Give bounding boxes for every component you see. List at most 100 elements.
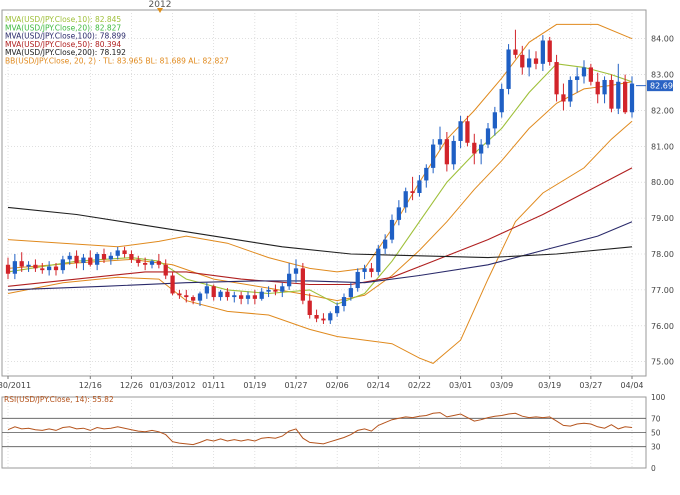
candle-up (417, 180, 422, 193)
candle-up (403, 191, 408, 208)
candle-down (465, 121, 470, 143)
candle-down (472, 142, 477, 154)
candle-up (527, 58, 532, 68)
candle-up (115, 250, 120, 256)
y-tick-label: 83.00 (651, 71, 674, 80)
candle-down (554, 62, 559, 95)
x-tick-label: 03/27 (579, 381, 602, 390)
candle-down (177, 293, 182, 296)
candle-down (40, 268, 45, 271)
x-tick-label: 01/03/2012 (150, 381, 196, 390)
candle-down (547, 40, 552, 63)
candle-down (156, 261, 161, 265)
candle-up (26, 264, 31, 267)
candle-down (88, 257, 93, 265)
candle-up (218, 291, 223, 298)
x-tick-label: 01/19 (243, 381, 266, 390)
candle-down (74, 255, 79, 263)
y-tick-label: 80.00 (651, 178, 674, 187)
candle-up (396, 207, 401, 220)
candle-up (458, 121, 463, 141)
candle-up (341, 297, 347, 307)
date-axis: 11/30/2011 12/16 12/26 01/03/2012 01/11 01/19… (0, 376, 644, 390)
y-tick-label: 76.00 (651, 322, 674, 331)
candle-down (623, 81, 628, 113)
candle-up (355, 271, 360, 289)
candle-down (239, 295, 244, 299)
candle-up (616, 81, 621, 109)
candle-down (5, 264, 11, 274)
candle-up (328, 313, 333, 321)
candle-down (163, 264, 168, 276)
candle-up (575, 76, 580, 80)
candle-down (252, 295, 257, 299)
candle-down (444, 139, 449, 165)
candle-up (95, 254, 100, 265)
candle-down (136, 259, 141, 263)
rsi-label: RSI(USD/JPY.Close, 14): 55.82 (4, 395, 114, 404)
last-price-label: 82.692 (650, 82, 678, 91)
candle-up (581, 67, 587, 77)
candle-up (629, 83, 635, 113)
candle-up (383, 239, 388, 249)
candle-up (67, 255, 72, 260)
candle-up (389, 219, 395, 240)
candle-down (184, 295, 189, 298)
candle-up (197, 293, 203, 301)
candle-down (533, 58, 539, 64)
candle-down (588, 67, 593, 82)
top-marker-label: 2012 (149, 0, 172, 10)
x-tick-label: 03/19 (538, 381, 561, 390)
candle-up (108, 255, 113, 260)
y-tick-label: 75.00 (651, 358, 674, 367)
candle-down (33, 264, 38, 269)
candle-down (513, 49, 518, 55)
candle-up (437, 139, 443, 145)
candle-down (101, 254, 107, 260)
x-tick-label: 12/16 (79, 381, 102, 390)
candle-up (492, 112, 497, 129)
rsi-tick-label: 50 (651, 429, 661, 438)
candle-up (431, 144, 436, 168)
candle-down (307, 300, 312, 315)
candle-down (170, 275, 175, 294)
candle-down (143, 262, 148, 265)
x-tick-label: 02/14 (367, 381, 390, 390)
x-tick-label: 02/22 (408, 381, 431, 390)
rsi-tick-label: 100 (651, 393, 666, 402)
rsi-tick-label: 70 (651, 414, 661, 423)
candle-up (602, 79, 607, 95)
candle-down (191, 297, 196, 301)
rsi-tick-label: 30 (651, 443, 661, 452)
candle-down (410, 191, 415, 193)
candle-up (568, 79, 573, 102)
candle-up (293, 268, 299, 274)
candle-down (53, 266, 59, 271)
candle-up (204, 286, 209, 294)
candle-up (60, 259, 65, 271)
y-tick-label: 81.00 (651, 142, 674, 151)
candle-up (335, 306, 340, 314)
candle-down (273, 289, 278, 292)
candle-down (321, 318, 326, 321)
candle-up (259, 291, 264, 299)
y-tick-label: 78.00 (651, 250, 674, 259)
legend-entry: BB(USD/JPY.Close, 20, 2) · TL: 83.965 BL… (5, 57, 229, 66)
x-tick-label: 01/11 (202, 381, 225, 390)
candle-up (287, 273, 292, 287)
rsi-tick-label: 0 (651, 464, 656, 473)
candle-down (369, 268, 374, 272)
candle-down (520, 54, 525, 68)
candle-up (280, 286, 285, 292)
candle-up (499, 88, 504, 113)
candle-up (348, 288, 353, 298)
candle-down (314, 315, 319, 319)
candle-up (81, 257, 86, 263)
candle-up (424, 167, 429, 181)
candle-down (561, 94, 566, 102)
x-tick-label: 03/01 (449, 381, 472, 390)
x-tick-label: 04/04 (620, 381, 643, 390)
last-price-tag: 82.692 (647, 80, 678, 92)
chart-svg: 100 70 50 30 0 75.00 76.00 77.00 78.00 79.00 80.0… (0, 0, 678, 473)
x-tick-label: 12/26 (120, 381, 143, 390)
